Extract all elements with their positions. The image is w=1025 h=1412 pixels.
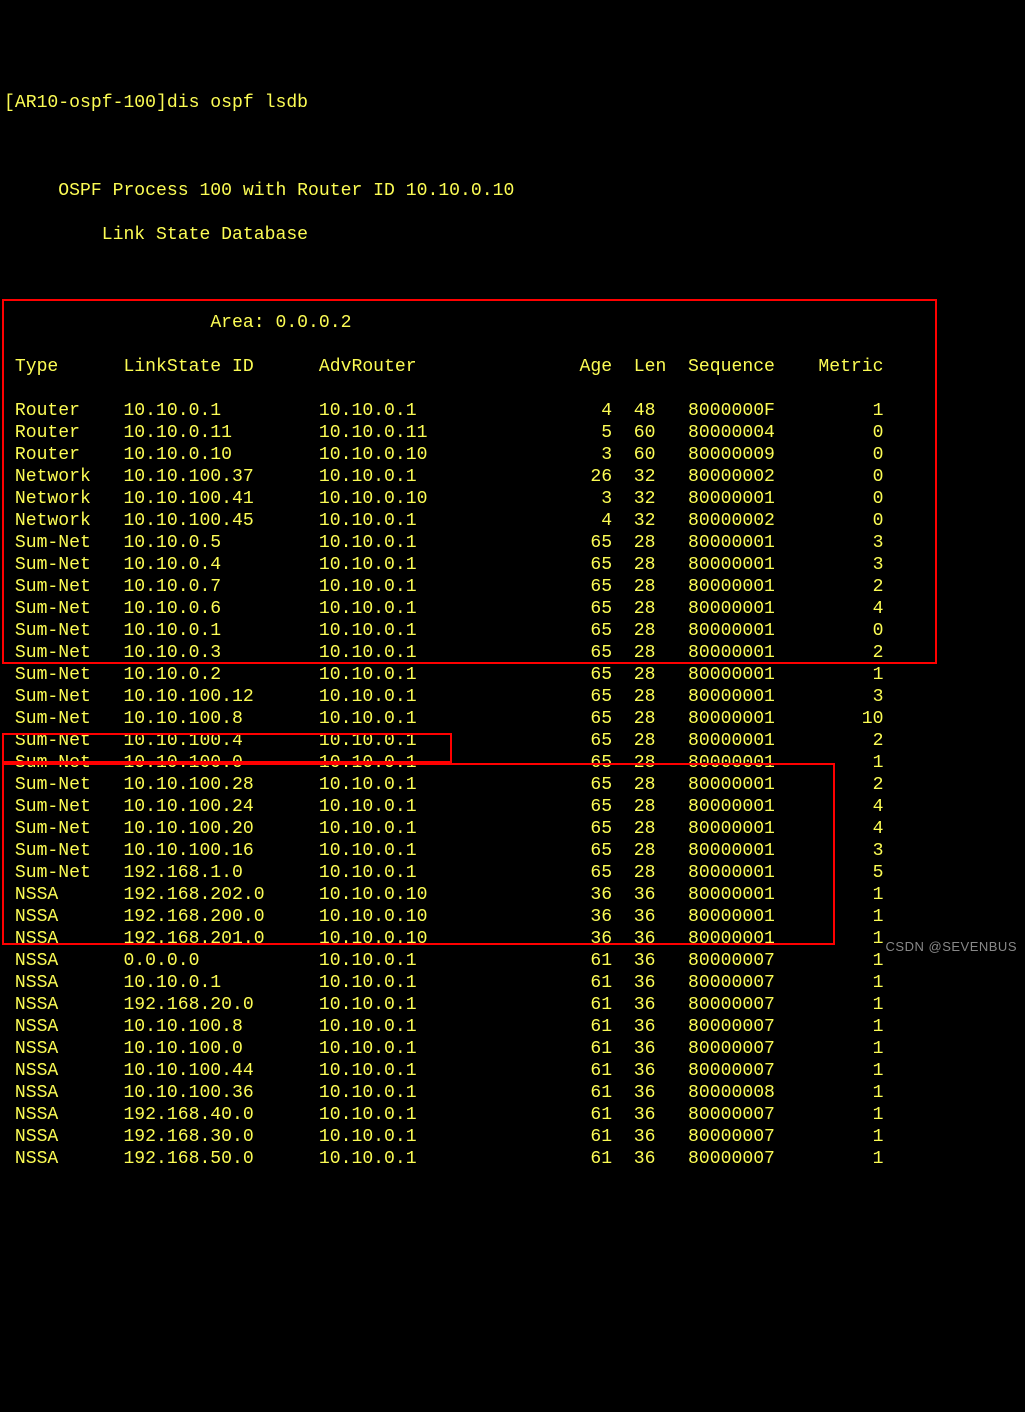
table-row: NSSA 192.168.40.0 10.10.0.1 61 36 800000… [4, 1104, 1025, 1126]
highlight-nssa-default [2, 733, 452, 763]
command: dis ospf lsdb [167, 93, 308, 113]
table-row: Sum-Net 10.10.100.8 10.10.0.1 65 28 8000… [4, 708, 1025, 730]
table-row: NSSA 10.10.100.44 10.10.0.1 61 36 800000… [4, 1060, 1025, 1082]
highlight-nssa-block [2, 763, 835, 945]
table-row: NSSA 192.168.20.0 10.10.0.1 61 36 800000… [4, 994, 1025, 1016]
command-line[interactable]: [AR10-ospf-100]dis ospf lsdb [4, 92, 1025, 114]
watermark: CSDN @SEVENBUS [886, 936, 1017, 958]
header-lsdb: Link State Database [4, 224, 1025, 246]
table-row: Sum-Net 10.10.0.2 10.10.0.1 65 28 800000… [4, 664, 1025, 686]
prompt: [AR10-ospf-100] [4, 93, 167, 113]
header-process: OSPF Process 100 with Router ID 10.10.0.… [4, 180, 1025, 202]
table-row: Sum-Net 10.10.100.12 10.10.0.1 65 28 800… [4, 686, 1025, 708]
table-row: NSSA 10.10.100.0 10.10.0.1 61 36 8000000… [4, 1038, 1025, 1060]
highlight-sumnet [2, 299, 937, 664]
table-row: NSSA 192.168.50.0 10.10.0.1 61 36 800000… [4, 1148, 1025, 1170]
table-row: NSSA 10.10.0.1 10.10.0.1 61 36 80000007 … [4, 972, 1025, 994]
table-row: NSSA 10.10.100.36 10.10.0.1 61 36 800000… [4, 1082, 1025, 1104]
table-row: NSSA 0.0.0.0 10.10.0.1 61 36 80000007 1 [4, 950, 1025, 972]
table-row: NSSA 10.10.100.8 10.10.0.1 61 36 8000000… [4, 1016, 1025, 1038]
table-row: NSSA 192.168.30.0 10.10.0.1 61 36 800000… [4, 1126, 1025, 1148]
